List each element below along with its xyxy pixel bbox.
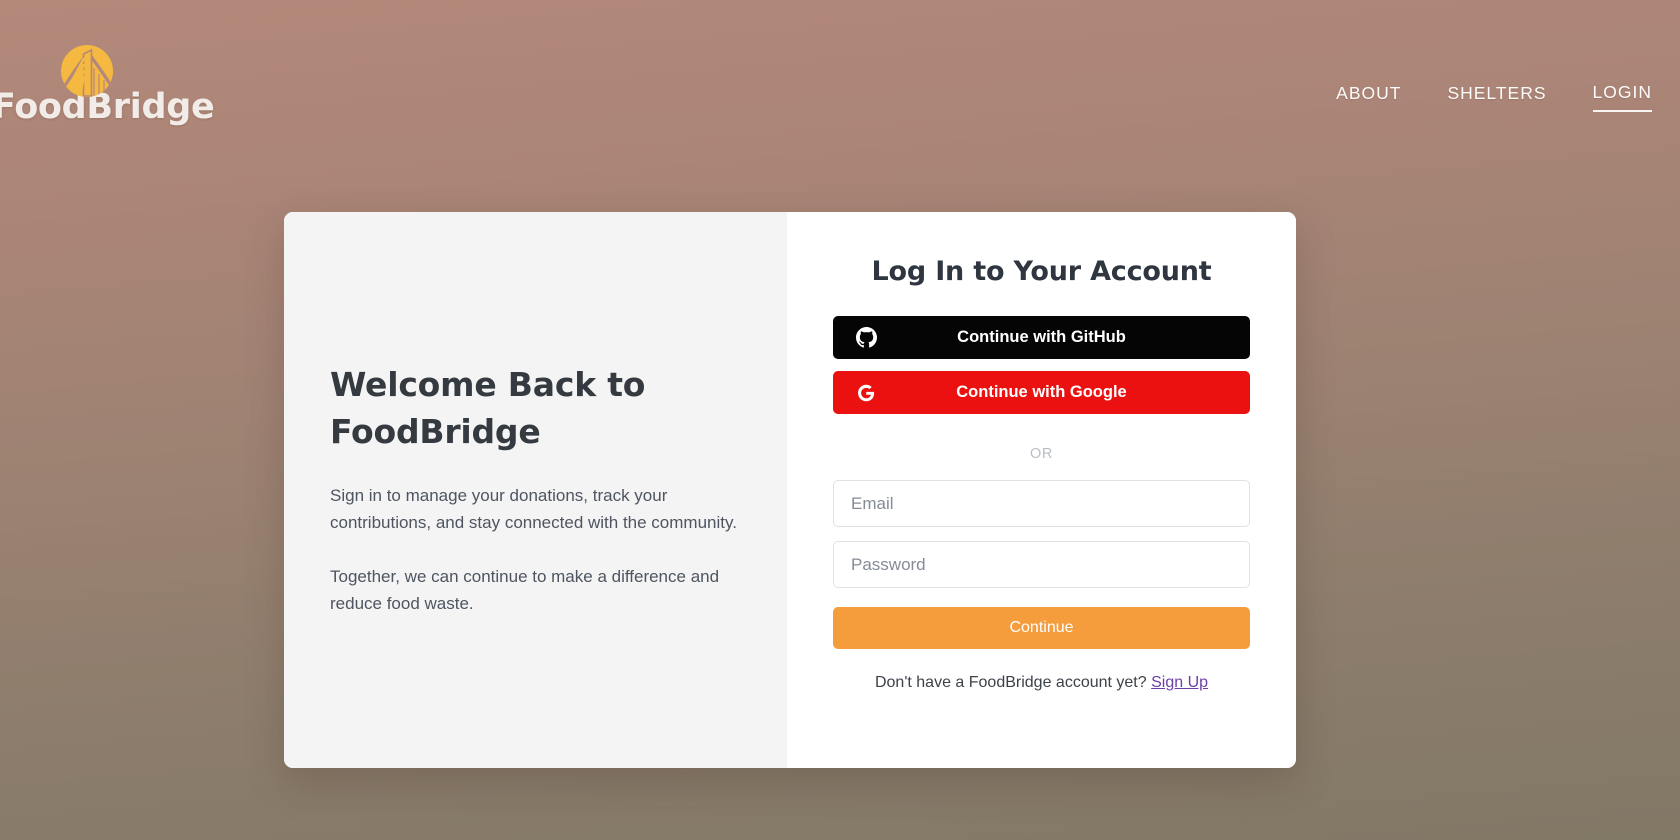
- email-input[interactable]: [833, 480, 1250, 527]
- continue-with-github-label: Continue with GitHub: [957, 328, 1126, 346]
- login-form-panel: Log In to Your Account Continue with Git…: [787, 212, 1296, 768]
- github-icon: [855, 327, 877, 349]
- continue-with-google-button[interactable]: Continue with Google: [833, 371, 1250, 414]
- bridge-sun-logo-icon: [54, 38, 120, 104]
- signup-link[interactable]: Sign Up: [1151, 674, 1208, 691]
- continue-with-github-button[interactable]: Continue with GitHub: [833, 316, 1250, 359]
- google-icon: [855, 382, 877, 404]
- page-title: Welcome Back to FoodBridge: [330, 365, 646, 451]
- or-divider: OR: [1030, 446, 1053, 462]
- continue-with-google-label: Continue with Google: [956, 383, 1127, 401]
- form-title: Log In to Your Account: [871, 256, 1212, 287]
- password-input[interactable]: [833, 541, 1250, 588]
- auth-card: Welcome Back to FoodBridge Sign in to ma…: [284, 212, 1296, 768]
- nav-link-login[interactable]: LOGIN: [1592, 82, 1652, 112]
- welcome-paragraph-2: Together, we can continue to make a diff…: [330, 566, 720, 614]
- welcome-panel: Welcome Back to FoodBridge Sign in to ma…: [284, 212, 787, 768]
- nav-link-shelters[interactable]: SHELTERS: [1447, 83, 1546, 111]
- continue-button[interactable]: Continue: [833, 607, 1250, 649]
- main-navigation: ABOUT SHELTERS LOGIN: [1336, 82, 1652, 112]
- nav-link-about[interactable]: ABOUT: [1336, 83, 1401, 111]
- site-header: FoodBridge ABOUT SHELTERS LOGIN: [0, 0, 1680, 170]
- brand-logo[interactable]: FoodBridge: [0, 38, 222, 125]
- signup-prompt-text: Don't have a FoodBridge account yet?: [874, 674, 1147, 691]
- signup-prompt: Don't have a FoodBridge account yet? Sig…: [875, 674, 1208, 692]
- welcome-paragraph-1: Sign in to manage your donations, track …: [330, 485, 737, 533]
